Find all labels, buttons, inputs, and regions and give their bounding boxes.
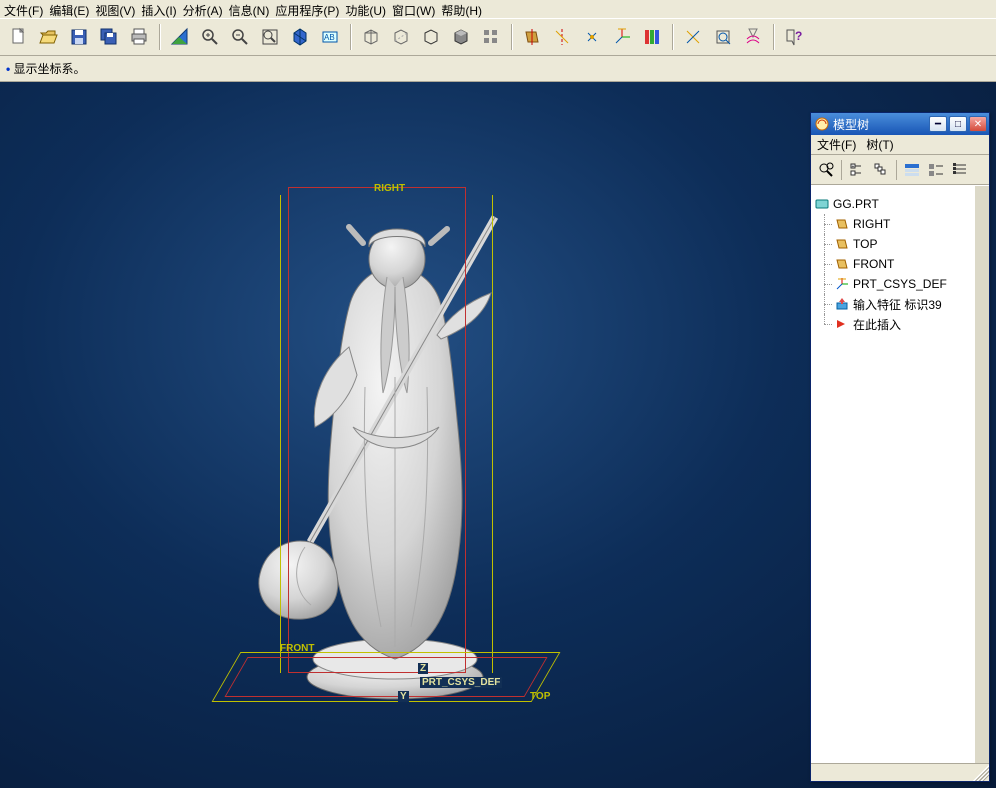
help-button[interactable]: ? xyxy=(780,23,808,51)
panel-menu-file[interactable]: 文件(F) xyxy=(817,136,856,153)
tree-node-label: FRONT xyxy=(853,257,894,271)
new-file-button[interactable] xyxy=(5,23,33,51)
orient-button[interactable] xyxy=(286,23,314,51)
main-menubar: 文件(F) 编辑(E) 视图(V) 插入(I) 分析(A) 信息(N) 应用程序… xyxy=(0,0,996,18)
zoom-out-button[interactable] xyxy=(226,23,254,51)
color-effects-button[interactable] xyxy=(638,23,666,51)
tree-column-button[interactable] xyxy=(949,159,971,181)
svg-text:AB: AB xyxy=(324,33,335,42)
label-top: TOP xyxy=(530,691,550,702)
panel-close-button[interactable]: ✕ xyxy=(969,116,987,132)
message-area: • 显示坐标系。 xyxy=(0,56,996,82)
svg-text:?: ? xyxy=(795,29,802,43)
panel-app-icon xyxy=(815,117,829,131)
label-csys: PRT_CSYS_DEF xyxy=(420,677,502,688)
saved-views-button[interactable]: AB xyxy=(316,23,344,51)
label-z: Z xyxy=(418,663,428,674)
no-hidden-button[interactable] xyxy=(417,23,445,51)
datum-plane-toggle[interactable] xyxy=(518,23,546,51)
panel-title: 模型树 xyxy=(833,116,869,133)
menu-window[interactable]: 窗口(W) xyxy=(392,2,435,16)
panel-toolbar: + xyxy=(811,155,989,185)
part-icon xyxy=(815,197,829,211)
tree-node[interactable]: 输入特征 标识39 xyxy=(815,294,985,314)
menu-insert[interactable]: 插入(I) xyxy=(141,2,176,16)
menu-view[interactable]: 视图(V) xyxy=(95,2,135,16)
tree-collapse-button[interactable] xyxy=(870,159,892,181)
status-text: 显示坐标系。 xyxy=(14,62,86,76)
bullet-icon: • xyxy=(6,62,14,76)
datum-overlay: RIGHT FRONT TOP PRT_CSYS_DEF Z Y xyxy=(280,187,554,677)
open-file-button[interactable] xyxy=(35,23,63,51)
tree-node[interactable]: RIGHT xyxy=(815,214,985,234)
layers-button[interactable] xyxy=(477,23,505,51)
model-tree[interactable]: GG.PRT RIGHT TOP FRONT PRT_CSYS_DEF 输入特征 标识3… xyxy=(811,185,989,763)
tree-root-label: GG.PRT xyxy=(833,197,879,211)
tree-node-label: PRT_CSYS_DEF xyxy=(853,277,947,291)
model-geometry xyxy=(245,207,525,702)
label-right: RIGHT xyxy=(374,183,405,194)
tree-node-label: 输入特征 标识39 xyxy=(853,296,942,313)
menu-help[interactable]: 帮助(H) xyxy=(441,2,482,16)
print-button[interactable] xyxy=(125,23,153,51)
tree-node-label: TOP xyxy=(853,237,877,251)
datum-tag-toggle[interactable] xyxy=(679,23,707,51)
panel-minimize-button[interactable]: ━ xyxy=(929,116,947,132)
resize-grip[interactable] xyxy=(973,765,989,781)
label-y: Y xyxy=(398,691,409,702)
tree-root-node[interactable]: GG.PRT xyxy=(815,194,985,214)
save-copy-button[interactable] xyxy=(95,23,123,51)
panel-titlebar[interactable]: 模型树 ━ □ ✕ xyxy=(811,113,989,135)
wireframe-button[interactable] xyxy=(357,23,385,51)
tree-layer-button[interactable] xyxy=(925,159,947,181)
repaint-button[interactable] xyxy=(166,23,194,51)
model-tree-panel: 模型树 ━ □ ✕ 文件(F) 树(T) + GG.PRT RIGH xyxy=(810,112,990,782)
main-toolbar: AB ? xyxy=(0,18,996,56)
menu-analysis[interactable]: 分析(A) xyxy=(183,2,223,16)
menu-edit[interactable]: 编辑(E) xyxy=(49,2,89,16)
spin-center-toggle[interactable] xyxy=(709,23,737,51)
zoom-in-button[interactable] xyxy=(196,23,224,51)
panel-menu-tree[interactable]: 树(T) xyxy=(866,136,893,153)
tree-filter-button[interactable] xyxy=(901,159,923,181)
hidden-line-button[interactable] xyxy=(387,23,415,51)
menu-file[interactable]: 文件(F) xyxy=(4,2,43,16)
menu-app[interactable]: 应用程序(P) xyxy=(275,2,339,16)
tree-expand-button[interactable]: + xyxy=(846,159,868,181)
save-button[interactable] xyxy=(65,23,93,51)
menu-info[interactable]: 信息(N) xyxy=(229,2,270,16)
datum-point-toggle[interactable] xyxy=(578,23,606,51)
label-front: FRONT xyxy=(280,643,314,654)
refit-button[interactable] xyxy=(256,23,284,51)
graphics-viewport[interactable]: RIGHT FRONT TOP PRT_CSYS_DEF Z Y 模型树 ━ □… xyxy=(0,82,996,788)
shaded-button[interactable] xyxy=(447,23,475,51)
tree-node-label: 在此插入 xyxy=(853,316,901,333)
panel-menubar: 文件(F) 树(T) xyxy=(811,135,989,155)
tree-find-button[interactable] xyxy=(815,159,837,181)
menu-func[interactable]: 功能(U) xyxy=(345,2,386,16)
selection-filter-button[interactable] xyxy=(739,23,767,51)
svg-text:+: + xyxy=(852,164,855,170)
tree-node[interactable]: 在此插入 xyxy=(815,314,985,334)
tree-node[interactable]: TOP xyxy=(815,234,985,254)
datum-axis-toggle[interactable] xyxy=(548,23,576,51)
tree-node-label: RIGHT xyxy=(853,217,890,231)
csys-toggle[interactable] xyxy=(608,23,636,51)
tree-node[interactable]: PRT_CSYS_DEF xyxy=(815,274,985,294)
panel-maximize-button[interactable]: □ xyxy=(949,116,967,132)
tree-node[interactable]: FRONT xyxy=(815,254,985,274)
panel-statusbar xyxy=(811,763,989,781)
